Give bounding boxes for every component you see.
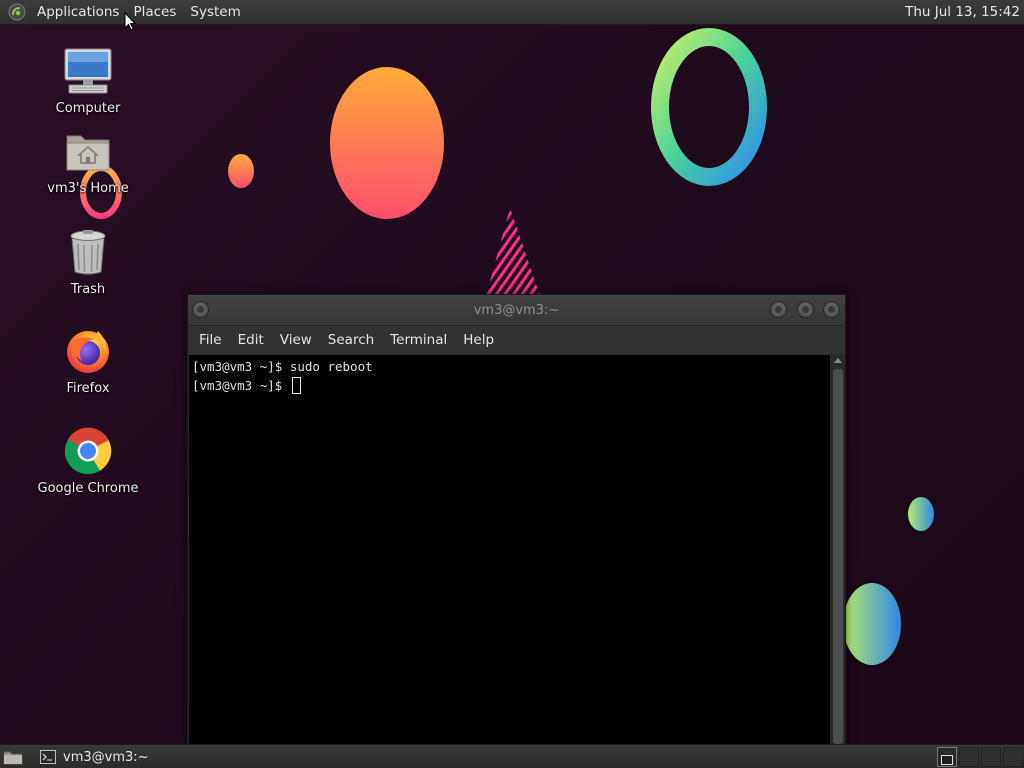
desktop-icon-label: Trash [70,282,106,297]
menu-edit[interactable]: Edit [230,326,272,354]
minimize-button[interactable] [770,301,787,318]
desktop-icon-computer[interactable]: Computer [23,45,153,116]
terminal-menubar: File Edit View Search Terminal Help [188,326,845,354]
close-button[interactable] [823,301,840,318]
chrome-icon [62,425,114,477]
firefox-icon [62,325,114,377]
top-panel: Applications Places System Thu Jul 13, 1… [0,0,1024,25]
scrollbar-thumb[interactable] [833,369,843,744]
terminal-icon [40,750,56,764]
scroll-up-arrow-icon[interactable] [834,358,842,363]
terminal-prompt-line: [vm3@vm3 ~]$ [192,376,827,395]
bottom-panel: vm3@vm3:~ [0,744,1024,768]
menu-search[interactable]: Search [320,326,382,354]
menu-help[interactable]: Help [455,326,502,354]
desktop-icon-home[interactable]: vm3's Home [23,125,153,196]
text-cursor [291,377,301,394]
desktop-icon-trash[interactable]: Trash [23,226,153,297]
computer-icon [62,45,114,97]
desktop-icon-firefox[interactable]: Firefox [23,325,153,396]
workspace-window-preview [941,755,953,765]
mate-logo-icon[interactable] [4,0,30,25]
show-desktop-icon[interactable] [2,748,24,766]
taskbar-item-label: vm3@vm3:~ [63,749,149,765]
menu-view[interactable]: View [272,326,320,354]
desktop-icon-label: Computer [55,101,121,116]
workspace-3[interactable] [981,747,1001,767]
desktop-icon-label: vm3's Home [47,181,129,196]
home-folder-icon [62,125,114,177]
desktop-icon-chrome[interactable]: Google Chrome [23,425,153,496]
menu-terminal[interactable]: Terminal [382,326,455,354]
menu-file[interactable]: File [191,326,230,354]
mouse-pointer-icon [124,12,136,31]
maximize-button[interactable] [797,301,814,318]
workspace-2[interactable] [959,747,979,767]
terminal-window[interactable]: vm3@vm3:~ File Edit View Search Terminal… [187,294,846,744]
desktop-icon-label: Google Chrome [37,481,139,496]
panel-clock[interactable]: Thu Jul 13, 15:42 [905,0,1020,25]
terminal-scrollbar[interactable] [831,355,845,744]
terminal-prompt: [vm3@vm3 ~]$ [192,378,290,393]
workspace-1[interactable] [937,747,957,767]
system-menu[interactable]: System [183,0,247,25]
terminal-line: [vm3@vm3 ~]$ sudo reboot [192,359,373,374]
window-titlebar[interactable]: vm3@vm3:~ [188,295,845,326]
workspace-4[interactable] [1003,747,1023,767]
trash-icon [62,226,114,278]
terminal-output[interactable]: [vm3@vm3 ~]$ sudo reboot [vm3@vm3 ~]$ [189,355,830,744]
window-title: vm3@vm3:~ [473,303,560,318]
taskbar-item-terminal[interactable]: vm3@vm3:~ [34,746,155,768]
applications-menu[interactable]: Applications [30,0,126,25]
desktop-icon-label: Firefox [66,381,110,396]
